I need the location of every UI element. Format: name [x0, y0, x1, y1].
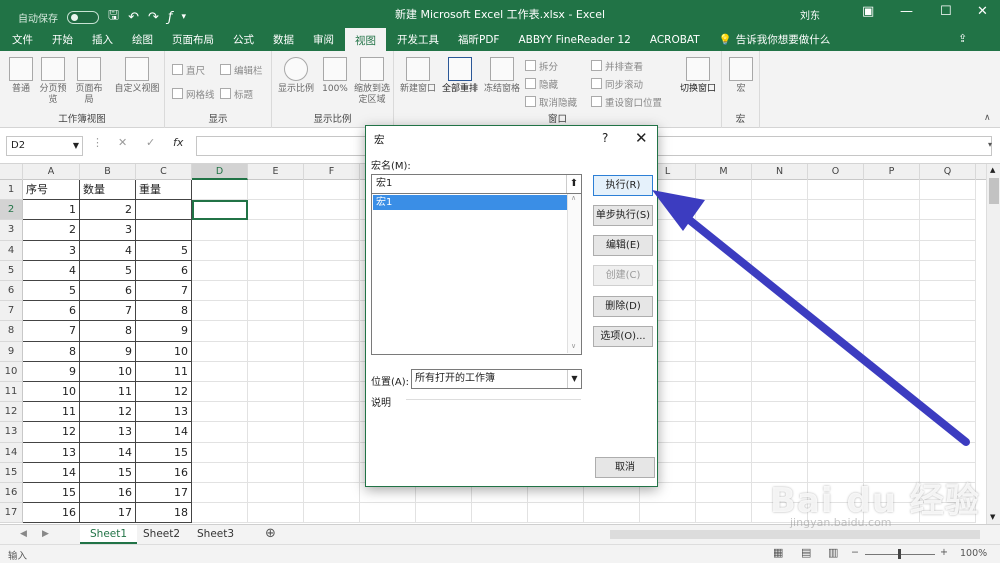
- excel-window: 自动保存 🖫 ↶ ↷ ƒ ▾ 新建 Microsoft Excel 工作表.xl…: [0, 0, 1000, 563]
- watermark-url: jingyan.baidu.com: [790, 516, 892, 529]
- arrow-shaft: [678, 210, 970, 446]
- watermark-logo: Bai du 经验: [770, 481, 980, 521]
